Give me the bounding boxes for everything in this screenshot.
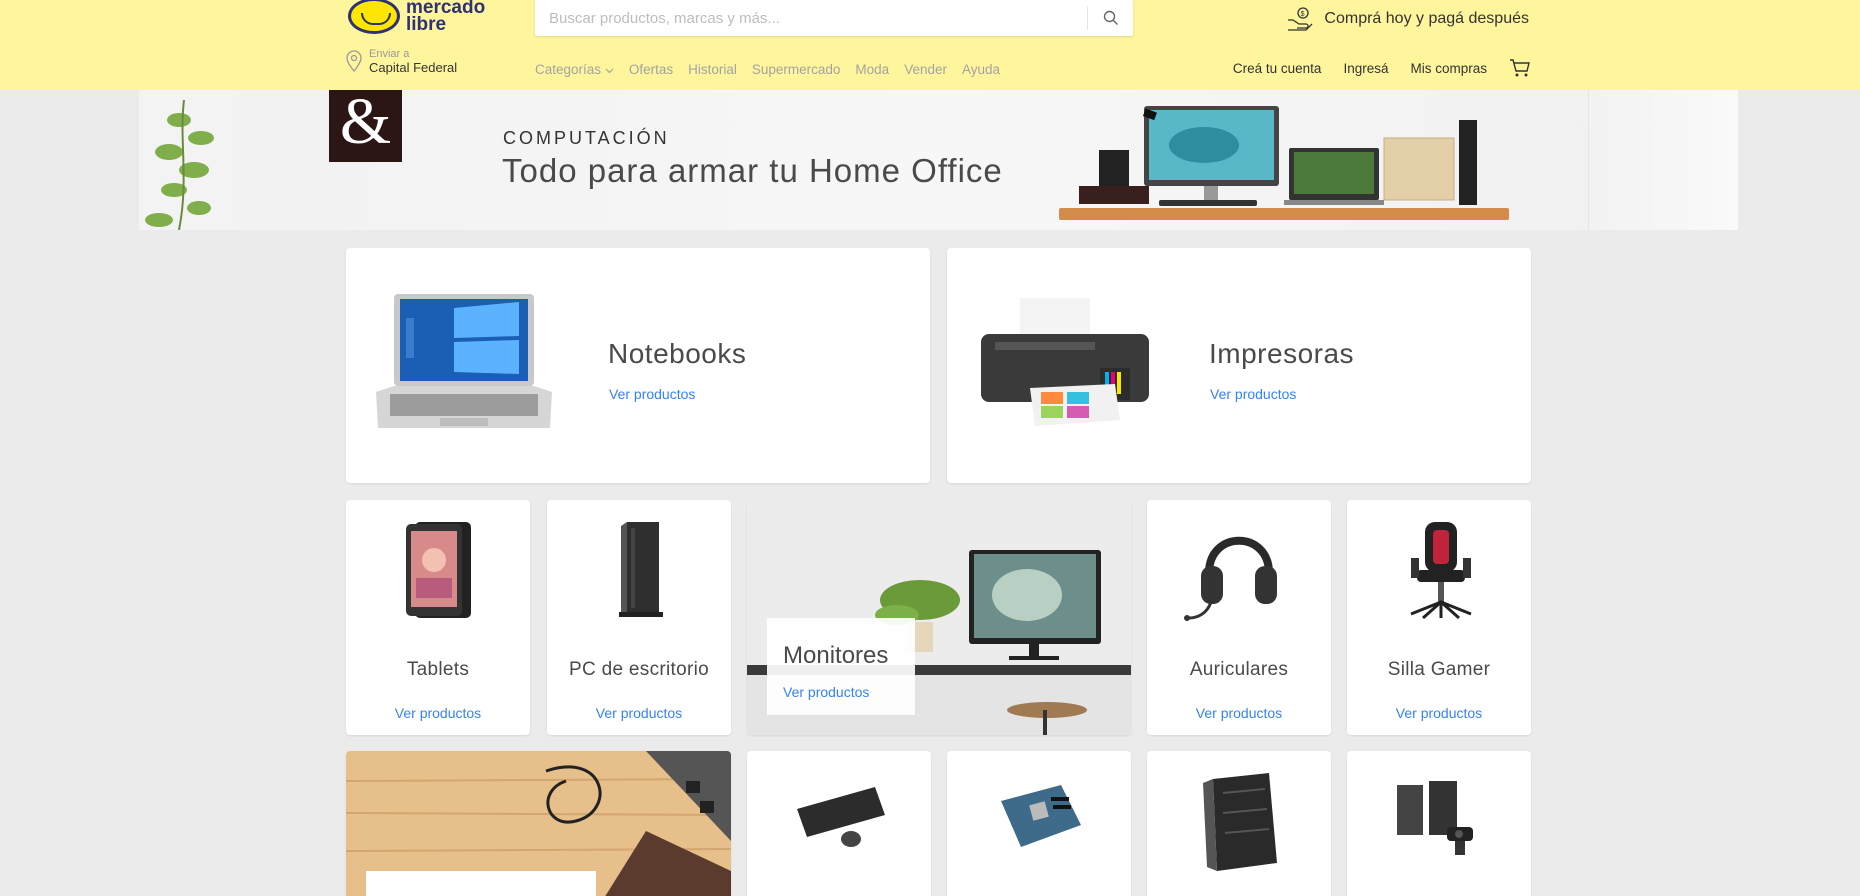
svg-text:$: $ (1301, 11, 1305, 18)
nav-supermercado[interactable]: Supermercado (752, 62, 841, 77)
banner-title: Todo para armar tu Home Office (502, 152, 1003, 189)
search-bar (535, 0, 1133, 36)
nav-categorias-label: Categorías (535, 62, 602, 77)
keyboard-image (797, 787, 885, 847)
card-impresoras-link[interactable]: Ver productos (1210, 386, 1296, 402)
create-account-link[interactable]: Creá tu cuenta (1233, 61, 1322, 76)
monitores-overlay: Monitores Ver productos (767, 618, 915, 715)
pc-case-image (1203, 773, 1277, 871)
card-silla-link[interactable]: Ver productos (1347, 705, 1531, 721)
header: mercado libre $ Comprá hoy y pagá despué… (0, 0, 1860, 90)
card-monitores[interactable]: Monitores Ver productos (747, 500, 1131, 735)
cart-icon[interactable] (1509, 58, 1531, 78)
card-notebooks-title: Notebooks (608, 338, 747, 369)
motherboard-image (1001, 785, 1081, 847)
speakers-webcam-image (1397, 781, 1473, 855)
home-office-banner[interactable]: & COMPUTACIÓN Todo para armar tu Home Of… (139, 90, 1738, 230)
promo-link[interactable]: $ Comprá hoy y pagá después (1286, 6, 1529, 32)
location-selector[interactable]: Enviar a Capital Federal (345, 48, 457, 76)
login-link[interactable]: Ingresá (1343, 61, 1388, 76)
promo-text: Comprá hoy y pagá después (1324, 10, 1529, 27)
nav-historial[interactable]: Historial (688, 62, 737, 77)
card-teclados[interactable] (747, 751, 931, 896)
card-parlantes[interactable] (1347, 751, 1531, 896)
card-monitores-link[interactable]: Ver productos (783, 684, 869, 700)
notebook-image (376, 294, 552, 428)
card-auriculares-link[interactable]: Ver productos (1147, 705, 1331, 721)
card-pc-escritorio[interactable]: PC de escritorio Ver productos (547, 500, 731, 735)
search-button[interactable] (1087, 6, 1133, 30)
location-label: Enviar a (369, 48, 410, 60)
headset-image (1184, 536, 1277, 621)
nav-ofertas[interactable]: Ofertas (629, 62, 673, 77)
printer-image (981, 298, 1149, 426)
card-tablets-link[interactable]: Ver productos (346, 705, 530, 721)
card-tablets[interactable]: Tablets Ver productos (346, 500, 530, 735)
location-pin-icon (346, 50, 362, 72)
search-icon (1103, 10, 1118, 25)
user-nav: Creá tu cuenta Ingresá Mis compras (1233, 58, 1531, 78)
hard-drive-scene-image (346, 751, 731, 896)
logo-text: mercado libre (406, 0, 485, 35)
my-purchases-link[interactable]: Mis compras (1410, 61, 1487, 76)
card-pc-title: PC de escritorio (569, 659, 709, 680)
nav-vender[interactable]: Vender (904, 62, 947, 77)
main-nav: Categorías Ofertas Historial Supermercad… (535, 62, 1000, 77)
card-impresoras[interactable]: Impresoras Ver productos (947, 248, 1531, 483)
handshake-logo-icon (348, 0, 400, 34)
card-almacenamiento[interactable] (346, 751, 731, 896)
card-placas-madre[interactable] (947, 751, 1131, 896)
mercado-libre-logo[interactable]: mercado libre (348, 0, 485, 34)
nav-moda[interactable]: Moda (855, 62, 889, 77)
card-notebooks[interactable]: Notebooks Ver productos (346, 248, 930, 483)
plant-image (139, 90, 239, 230)
card-silla-gamer[interactable]: Silla Gamer Ver productos (1347, 500, 1531, 735)
card-tablets-title: Tablets (406, 659, 470, 680)
card-auriculares-title: Auriculares (1189, 659, 1289, 680)
desk-setup-image (1059, 106, 1509, 220)
search-input[interactable] (535, 0, 1085, 36)
window-image (1588, 90, 1738, 230)
pay-later-icon: $ (1288, 7, 1313, 31)
card-notebooks-link[interactable]: Ver productos (609, 386, 695, 402)
desktop-pc-image (619, 522, 663, 617)
nav-categorias[interactable]: Categorías (535, 62, 614, 77)
gaming-chair-image (1410, 522, 1472, 620)
chevron-down-icon (605, 68, 614, 74)
card-auriculares[interactable]: Auriculares Ver productos (1147, 500, 1331, 735)
tablet-image (406, 522, 471, 618)
card-silla-title: Silla Gamer (1387, 659, 1491, 680)
logo-text-line2: libre (406, 14, 447, 35)
card-monitores-title: Monitores (783, 642, 889, 669)
location-value: Capital Federal (369, 60, 458, 75)
nav-ayuda[interactable]: Ayuda (962, 62, 1000, 77)
banner-category: COMPUTACIÓN (503, 128, 670, 148)
brand-logo: & (329, 90, 402, 162)
card-impresoras-title: Impresoras (1209, 338, 1355, 369)
card-pc-link[interactable]: Ver productos (547, 705, 731, 721)
card-gabinetes[interactable] (1147, 751, 1331, 896)
